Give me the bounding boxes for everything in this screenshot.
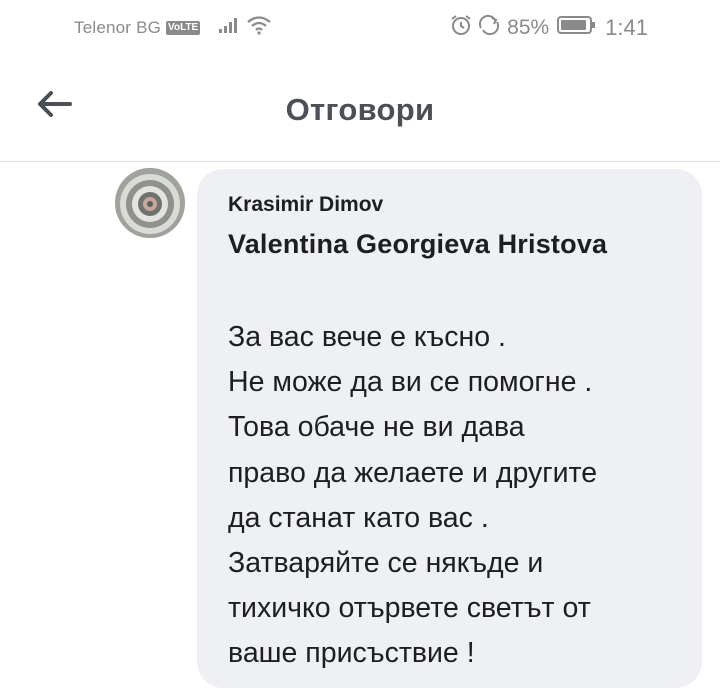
comment-bubble: Krasimir Dimov Valentina Georgieva Hrist…: [197, 169, 702, 688]
clock-time: 1:41: [605, 15, 648, 40]
battery-icon: [557, 15, 597, 41]
volte-badge: VoLTE: [166, 21, 201, 35]
status-bar: Telenor BG VoLTE 85% 1:41: [0, 0, 720, 56]
mention-link[interactable]: Valentina Georgieva Hristova: [228, 229, 607, 260]
battery-percent: 85%: [507, 16, 550, 39]
wifi-icon: [246, 15, 272, 41]
carrier-name: Telenor BG: [74, 18, 162, 37]
comment-line: Не може да ви се помогне .: [228, 366, 593, 399]
comment-line: тихичко отървете светът от: [228, 592, 591, 625]
signal-icon: [218, 16, 240, 40]
comment-text: За вас вече е късно . Не може да ви се п…: [228, 315, 597, 677]
status-bar-right: 85% 1:41: [449, 13, 648, 43]
comment-line: Това обаче не ви дава: [228, 411, 525, 444]
comment-line: да станат като вас .: [228, 501, 489, 534]
rotation-icon: [477, 13, 501, 43]
comment-line: За вас вече е късно .: [228, 321, 506, 353]
status-bar-left: Telenor BG VoLTE: [74, 15, 272, 41]
comment-line: Затваряйте се някъде и: [228, 547, 544, 580]
comment-author[interactable]: Krasimir Dimov: [228, 193, 383, 217]
comment-line: право да желаете и другите: [228, 456, 598, 489]
avatar[interactable]: [115, 168, 185, 238]
comment-line: ваше присъствие !: [228, 637, 475, 670]
alarm-icon: [449, 13, 473, 43]
header: Отговори: [0, 56, 720, 162]
page-title: Отговори: [285, 92, 435, 127]
